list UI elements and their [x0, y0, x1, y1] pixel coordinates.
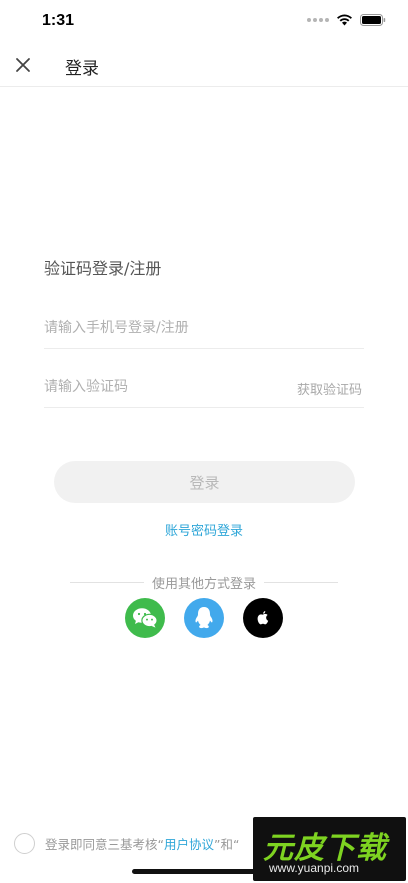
phone-input[interactable] [44, 309, 284, 347]
status-icons [307, 14, 386, 26]
battery-icon [360, 14, 386, 26]
other-login-label: 使用其他方式登录 [152, 576, 257, 592]
code-field: 获取验证码 [44, 368, 364, 408]
other-login-divider: 使用其他方式登录 [70, 573, 339, 592]
wechat-login-button[interactable] [125, 598, 165, 638]
close-button[interactable] [12, 54, 34, 76]
wechat-icon [133, 608, 158, 628]
user-agreement-link[interactable]: 用户协议 [164, 837, 214, 852]
agreement-row: 登录即同意三基考核“用户协议”和“ [14, 832, 239, 854]
divider-line-right [264, 581, 339, 583]
watermark-logo: 元皮下载 www.yuanpi.com [253, 817, 406, 881]
divider-line-left [70, 581, 144, 583]
password-login-link[interactable]: 账号密码登录 [0, 520, 408, 539]
nav-bar: 登录 [0, 44, 408, 87]
qq-login-button[interactable] [184, 598, 224, 638]
qq-icon [195, 607, 213, 629]
phone-field [44, 309, 364, 349]
get-code-button[interactable]: 获取验证码 [297, 379, 362, 398]
agreement-middle: ”和“ [214, 836, 240, 852]
login-button[interactable]: 登录 [54, 461, 355, 503]
agreement-text: 登录即同意三基考核“用户协议”和“ [45, 834, 239, 853]
page-title: 登录 [65, 59, 99, 79]
login-section-title: 验证码登录/注册 [44, 259, 162, 278]
apple-login-button[interactable] [243, 598, 283, 638]
signal-icon [307, 18, 329, 22]
apple-icon [257, 611, 269, 625]
agreement-prefix: 登录即同意三基考核“ [45, 836, 164, 852]
watermark-url: www.yuanpi.com [269, 861, 360, 875]
verification-code-input[interactable] [44, 368, 284, 406]
status-bar: 1:31 [0, 0, 408, 44]
status-time: 1:31 [42, 12, 75, 29]
agreement-checkbox[interactable] [14, 832, 35, 854]
close-icon [16, 58, 30, 72]
wifi-icon [337, 14, 352, 26]
